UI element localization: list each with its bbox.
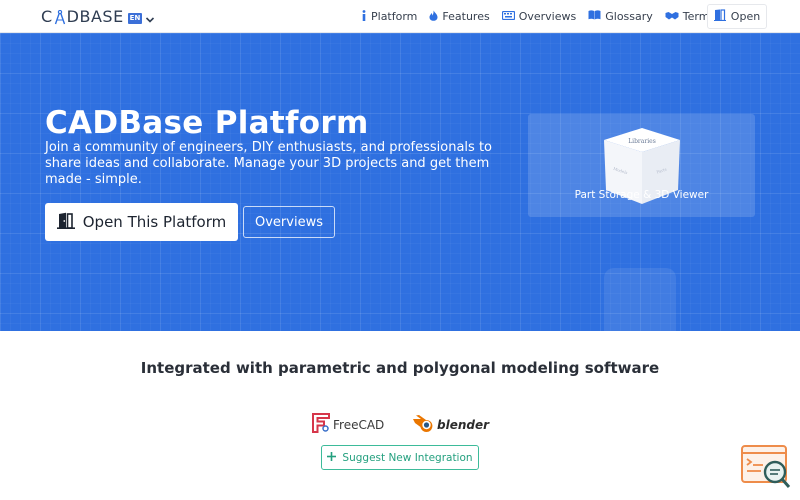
freecad-icon	[312, 413, 330, 437]
language-flag-icon: EN	[128, 13, 142, 24]
viewer-caption: Part Storage & 3D Viewer	[574, 189, 709, 201]
search-console-icon	[741, 445, 791, 488]
overviews-button[interactable]: Overviews	[243, 206, 335, 238]
decorative-shape	[604, 268, 676, 331]
nav-glossary[interactable]: Glossary	[582, 0, 659, 33]
part-storage-viewer-card[interactable]: Libraries Models Parts Part Storage & 3D…	[528, 114, 755, 217]
nav-links: Platform Features Overviews Glossary Ter…	[355, 0, 721, 33]
plus-icon	[327, 451, 337, 464]
blender-label: blender	[437, 418, 490, 432]
freecad-logo[interactable]: FreeCAD	[312, 413, 384, 437]
handshake-icon	[665, 10, 679, 23]
compass-icon	[54, 9, 66, 24]
nav-overviews-label: Overviews	[518, 10, 577, 23]
fire-icon	[429, 10, 438, 24]
language-selector[interactable]: EN	[128, 9, 155, 28]
blender-icon	[412, 414, 436, 436]
nav-overviews[interactable]: Overviews	[496, 0, 583, 33]
open-platform-label: Open This Platform	[82, 213, 227, 231]
nav-platform[interactable]: Platform	[355, 0, 423, 33]
chevron-down-icon	[145, 9, 155, 28]
integrations-title: Integrated with parametric and polygonal…	[140, 359, 660, 377]
cube-face-top: Libraries	[628, 138, 656, 145]
hero-title: CADBase Platform	[45, 105, 369, 141]
search-help-widget[interactable]	[741, 444, 791, 490]
nav-platform-label: Platform	[371, 10, 418, 23]
hero-section: CADBase Platform Join a community of eng…	[0, 33, 800, 331]
nav-glossary-label: Glossary	[605, 10, 653, 23]
blender-logo[interactable]: blender	[412, 414, 489, 436]
open-button-label: Open	[730, 10, 761, 23]
logo-text-end: DBASE	[66, 7, 124, 26]
top-navbar: C DBASE EN Platform Features Overviews G…	[0, 0, 800, 33]
door-open-icon	[56, 212, 75, 233]
suggest-integration-label: Suggest New Integration	[342, 451, 473, 464]
cadbase-logo[interactable]: C DBASE	[41, 7, 124, 26]
keyboard-icon	[501, 10, 515, 23]
open-button[interactable]: Open	[707, 4, 767, 29]
freecad-label: FreeCAD	[333, 418, 385, 432]
suggest-integration-button[interactable]: Suggest New Integration	[321, 445, 479, 470]
info-icon	[361, 9, 367, 24]
hero-description: Join a community of engineers, DIY enthu…	[45, 140, 492, 187]
logo-text-start: C	[41, 7, 53, 26]
nav-features[interactable]: Features	[423, 0, 495, 33]
open-platform-button[interactable]: Open This Platform	[45, 203, 238, 241]
nav-features-label: Features	[442, 10, 490, 23]
door-open-icon	[713, 9, 726, 24]
book-icon	[588, 10, 601, 23]
